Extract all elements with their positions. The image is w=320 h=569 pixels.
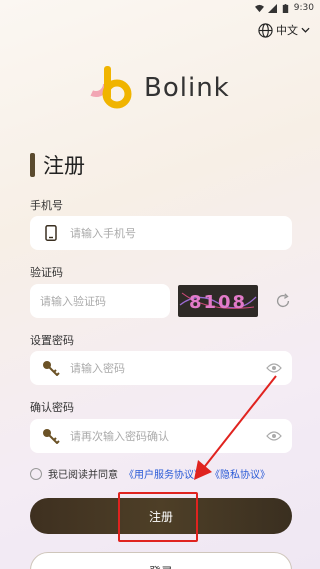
confirm-password-field[interactable]: 请再次输入密码确认 <box>30 419 292 453</box>
brand-name: Bolink <box>144 73 230 103</box>
language-label: 中文 <box>276 24 298 37</box>
agreement-row: 我已阅读并同意 《用户服务协议》 《隐私协议》 <box>30 466 270 481</box>
refresh-icon[interactable] <box>274 292 292 310</box>
bolink-logo-icon <box>84 66 132 109</box>
confirm-password-placeholder: 请再次输入密码确认 <box>70 430 169 443</box>
password-field[interactable]: 请输入密码 <box>30 351 292 385</box>
eye-icon[interactable] <box>266 430 282 442</box>
globe-icon <box>258 22 273 38</box>
language-switcher[interactable]: 中文 <box>258 22 310 38</box>
key-icon <box>40 428 62 444</box>
login-button-label: 登录 <box>149 563 173 569</box>
status-bar: 9:30 <box>0 0 320 16</box>
captcha-input[interactable]: 请输入验证码 <box>30 284 170 318</box>
login-button[interactable]: 登录 <box>30 552 292 569</box>
service-agreement-link[interactable]: 《用户服务协议》 <box>124 466 204 481</box>
register-button[interactable]: 注册 <box>30 498 292 534</box>
battery-icon <box>282 3 288 13</box>
confirm-password-label: 确认密码 <box>30 401 74 414</box>
eye-icon[interactable] <box>266 362 282 374</box>
captcha-code: 8108 <box>189 292 247 313</box>
password-label: 设置密码 <box>30 334 74 347</box>
status-time: 9:30 <box>293 3 314 13</box>
agreement-checkbox[interactable] <box>30 467 42 480</box>
phone-placeholder: 请输入手机号 <box>70 227 136 240</box>
brand-logo: Bolink <box>84 64 230 112</box>
signal-icon <box>267 3 277 13</box>
password-placeholder: 请输入密码 <box>70 362 125 375</box>
page-header: 注册 <box>30 150 85 180</box>
agreement-text: 我已阅读并同意 <box>48 470 118 481</box>
privacy-agreement-link[interactable]: 《隐私协议》 <box>210 466 270 481</box>
captcha-image[interactable]: 8108 <box>178 285 258 317</box>
key-icon <box>40 360 62 376</box>
title-accent-bar <box>30 153 35 177</box>
chevron-down-icon <box>301 27 310 33</box>
wifi-icon <box>254 4 264 12</box>
phone-field[interactable]: 请输入手机号 <box>30 216 292 250</box>
page-title: 注册 <box>43 154 85 178</box>
captcha-placeholder: 请输入验证码 <box>40 295 106 308</box>
captcha-label: 验证码 <box>30 266 63 279</box>
register-button-label: 注册 <box>148 509 173 524</box>
phone-icon <box>40 225 62 241</box>
phone-label: 手机号 <box>30 199 63 212</box>
